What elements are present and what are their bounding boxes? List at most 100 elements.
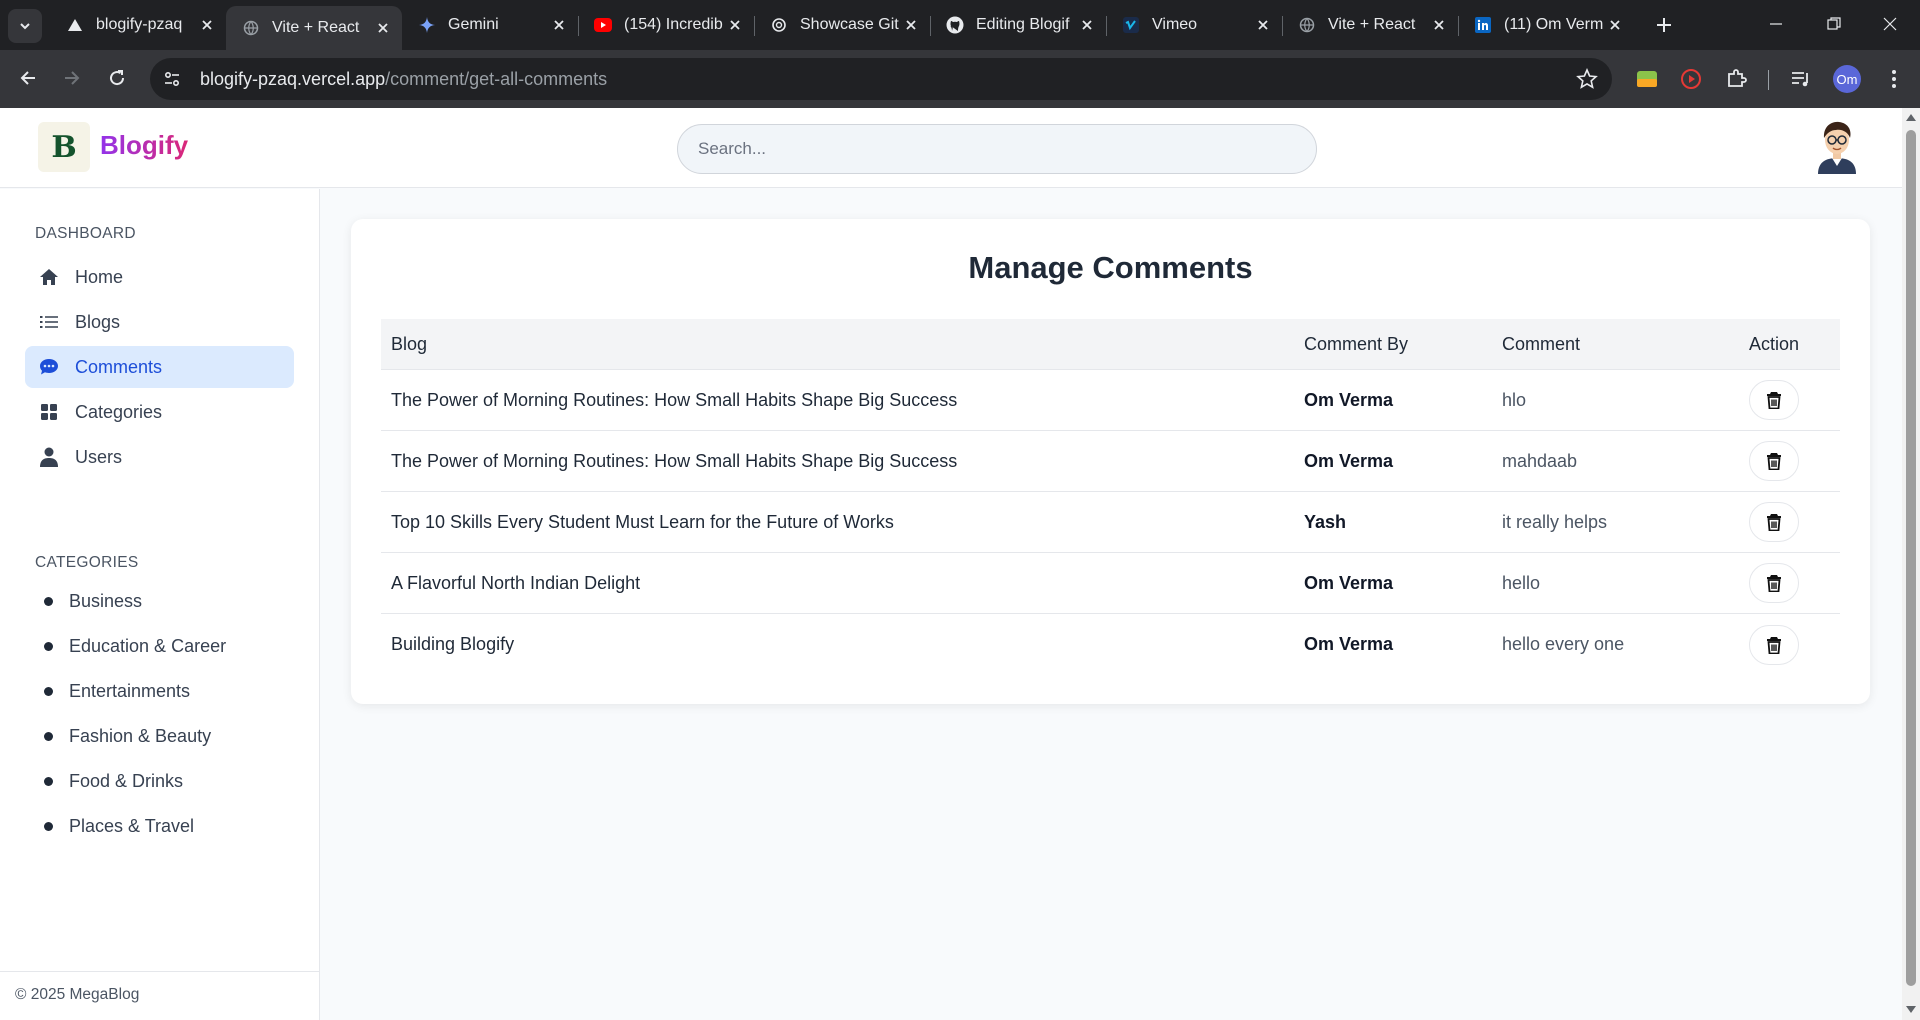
close-icon[interactable] (1606, 16, 1624, 34)
brand-name[interactable]: Blogify (100, 130, 188, 161)
page-scrollbar[interactable] (1902, 108, 1920, 1020)
search-input[interactable] (677, 124, 1317, 174)
browser-tab[interactable]: Editing Blogif (930, 6, 1106, 44)
sidebar-item-home[interactable]: Home (25, 256, 294, 298)
linkedin-icon (1474, 16, 1492, 34)
category-label: Fashion & Beauty (69, 725, 212, 746)
close-icon[interactable] (902, 16, 920, 34)
trash-icon (1767, 392, 1781, 409)
browser-profile-avatar[interactable]: Om (1833, 65, 1861, 93)
category-item-education-career[interactable]: Education & Career (44, 631, 226, 661)
tab-title: Showcase Git (800, 16, 899, 33)
back-button[interactable] (12, 62, 44, 94)
delete-button[interactable] (1749, 563, 1799, 603)
browser-tab[interactable]: (11) Om Verm (1458, 6, 1634, 44)
category-label: Food & Drinks (69, 770, 184, 791)
github-icon (946, 16, 964, 34)
category-item-business[interactable]: Business (44, 586, 142, 616)
tab-title: Vite + React (272, 19, 360, 36)
browser-tab[interactable]: Vite + React (1282, 6, 1458, 44)
sidebar-item-categories[interactable]: Categories (25, 391, 294, 433)
close-icon[interactable] (1254, 16, 1272, 34)
bullet-icon (44, 731, 53, 741)
tab-title: Editing Blogif (976, 16, 1070, 33)
category-item-entertainments[interactable]: Entertainments (44, 676, 190, 706)
category-item-fashion-beauty[interactable]: Fashion & Beauty (44, 721, 211, 751)
scroll-down-arrow-icon[interactable] (1906, 1006, 1916, 1013)
delete-button[interactable] (1749, 380, 1799, 420)
browser-tab-bar: blogify-pzaq Vite + React Gemini (154) I… (0, 0, 1920, 50)
delete-button[interactable] (1749, 624, 1799, 665)
trash-icon (1767, 636, 1781, 654)
url-text[interactable]: blogify-pzaq.vercel.app/comment/get-all-… (200, 69, 607, 90)
delete-button[interactable] (1749, 441, 1799, 481)
sidebar-item-label: Blogs (75, 311, 121, 332)
reload-button[interactable] (101, 62, 133, 94)
browser-tab[interactable]: blogify-pzaq (50, 6, 226, 44)
openai-icon (770, 16, 788, 34)
delete-button[interactable] (1749, 502, 1799, 542)
forward-button[interactable] (56, 62, 88, 94)
chevron-down-icon (20, 23, 30, 30)
site-info-icon[interactable] (154, 61, 190, 97)
logo[interactable]: B (38, 122, 90, 172)
close-icon[interactable] (1430, 16, 1448, 34)
browser-tab[interactable]: (154) Incredib (578, 6, 754, 44)
table-row: The Power of Morning Routines: How Small… (381, 431, 1840, 492)
plus-icon (1657, 18, 1671, 32)
tab-search-button[interactable] (8, 9, 42, 43)
browser-tab[interactable]: Gemini (402, 6, 578, 44)
window-close-button[interactable] (1870, 8, 1910, 40)
cell-comment: hlo (1502, 389, 1527, 410)
restore-button[interactable] (1814, 8, 1854, 40)
cell-comment-by: Om Verma (1304, 572, 1394, 593)
sidebar-item-label: Home (75, 266, 124, 287)
sidebar-item-label: Categories (75, 401, 163, 422)
url-path: /comment/get-all-comments (385, 68, 608, 89)
category-item-places-travel[interactable]: Places & Travel (44, 811, 194, 841)
record-extension-icon[interactable] (1676, 64, 1706, 94)
extension-icon[interactable] (1632, 64, 1662, 94)
close-icon[interactable] (550, 16, 568, 34)
reload-icon (110, 70, 125, 86)
scrollbar-thumb[interactable] (1906, 130, 1916, 986)
puzzle-extensions-icon[interactable] (1721, 64, 1751, 94)
bookmark-star-icon[interactable] (1576, 68, 1598, 90)
column-header-blog: Blog (391, 333, 428, 354)
minimize-button[interactable] (1756, 8, 1796, 40)
bullet-icon (44, 821, 53, 831)
youtube-icon (594, 16, 612, 34)
new-tab-button[interactable] (1650, 11, 1678, 39)
browser-tab[interactable]: Vimeo (1106, 6, 1282, 44)
address-bar[interactable]: blogify-pzaq.vercel.app/comment/get-all-… (150, 58, 1612, 100)
dashboard-heading: DASHBOARD (35, 225, 136, 242)
browser-tab[interactable]: Showcase Git (754, 6, 930, 44)
sidebar-item-comments[interactable]: Comments (25, 346, 294, 388)
browser-tab-active[interactable]: Vite + React (226, 6, 402, 50)
scroll-up-arrow-icon[interactable] (1906, 114, 1916, 121)
list-icon (39, 312, 59, 332)
close-icon[interactable] (726, 16, 744, 34)
category-label: Business (69, 590, 143, 611)
more-menu-icon[interactable] (1879, 64, 1909, 94)
close-icon[interactable] (1078, 16, 1096, 34)
category-item-food-drinks[interactable]: Food & Drinks (44, 766, 183, 796)
sidebar-item-users[interactable]: Users (25, 436, 294, 478)
close-icon[interactable] (198, 16, 216, 34)
close-icon[interactable] (374, 19, 392, 37)
trash-icon (1767, 453, 1781, 470)
user-icon (39, 447, 59, 467)
toolbar-divider (1768, 70, 1769, 90)
user-avatar[interactable] (1812, 118, 1862, 174)
tab-title: Vite + React (1328, 16, 1416, 33)
sidebar-item-blogs[interactable]: Blogs (25, 301, 294, 343)
sidebar-footer: © 2025 MegaBlog (0, 971, 319, 1018)
media-control-icon[interactable] (1786, 64, 1816, 94)
column-header-comment: Comment (1502, 333, 1581, 354)
close-icon (1883, 17, 1897, 31)
category-label: Entertainments (69, 680, 191, 701)
trash-icon (1767, 514, 1781, 531)
cell-blog: The Power of Morning Routines: How Small… (391, 389, 958, 410)
bullet-icon (44, 641, 53, 651)
bullet-icon (44, 596, 53, 606)
